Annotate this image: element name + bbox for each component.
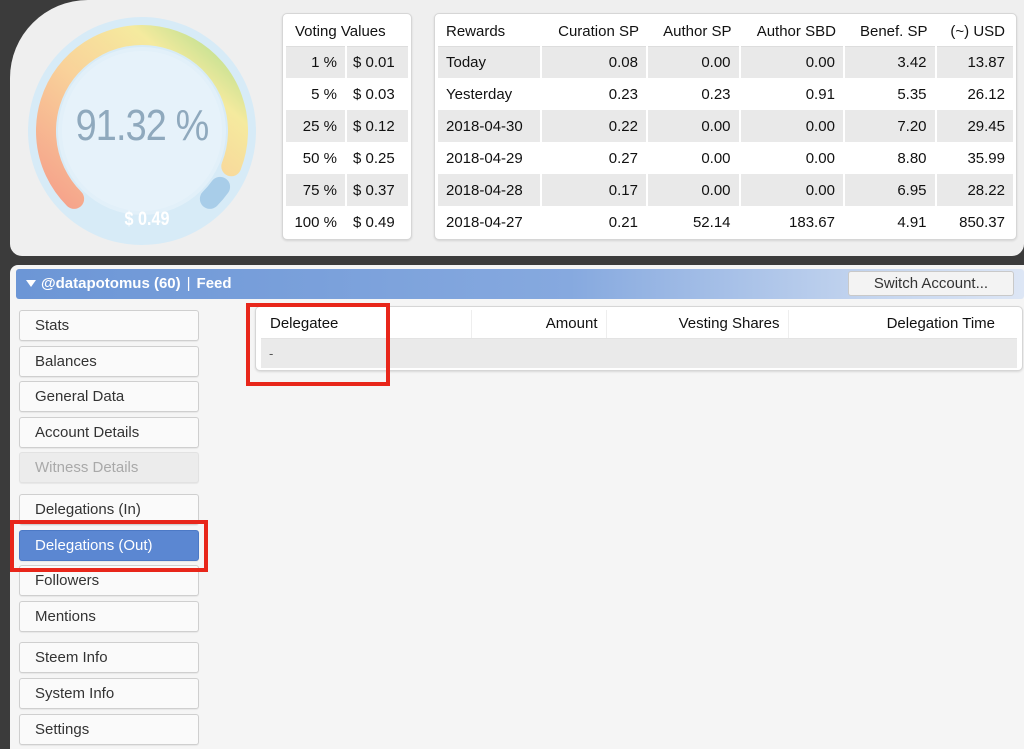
vote-value: $ 0.49 [124, 209, 170, 230]
rewards-col-header: (~) USD [935, 17, 1013, 47]
vote-percent-cell: 5 % [286, 78, 347, 110]
reward-value-cell: 0.21 [540, 206, 649, 238]
table-row: 2018-04-30 0.22 0.00 0.00 7.20 29.45 [438, 110, 1013, 142]
reward-value-cell: 0.23 [540, 78, 649, 110]
rewards-table: Rewards Curation SP Author SP Author SBD Ben… [438, 17, 1013, 238]
reward-value-cell: 8.80 [843, 142, 937, 174]
table-row: 5 % $ 0.03 [286, 78, 408, 110]
rewards-col-header: Author SP [647, 17, 740, 47]
vote-value-cell: $ 0.01 [346, 46, 408, 78]
reward-value-cell: 0.23 [647, 78, 741, 110]
table-row: 2018-04-28 0.17 0.00 0.00 6.95 28.22 [438, 174, 1013, 206]
highlight-delegatee-column [246, 303, 390, 386]
reward-value-cell: 3.42 [843, 46, 937, 78]
vote-value-cell: $ 0.37 [346, 174, 408, 206]
account-title: @datapotomus (60) | Feed [41, 275, 232, 292]
reward-period-cell: 2018-04-28 [438, 174, 542, 206]
table-row: 50 % $ 0.25 [286, 142, 408, 174]
voting-power-percent: 91.32 % [75, 101, 210, 150]
table-row: 100 % $ 0.49 [286, 206, 408, 238]
collapse-arrow-icon[interactable] [26, 280, 36, 287]
rewards-col-header: Rewards [438, 17, 541, 47]
rewards-col-header: Author SBD [739, 17, 844, 47]
nav-item-steem-info[interactable]: Steem Info [19, 642, 199, 674]
table-row: 2018-04-27 0.21 52.14 183.67 4.91 850.37 [438, 206, 1013, 238]
rewards-col-header: Benef. SP [843, 17, 936, 47]
reward-value-cell: 29.45 [935, 110, 1013, 142]
nav-item-mentions[interactable]: Mentions [19, 600, 199, 632]
table-row: 1 % $ 0.01 [286, 46, 408, 78]
nav-item-account-details[interactable]: Account Details [19, 416, 199, 448]
reward-value-cell: 6.95 [843, 174, 937, 206]
nav-item-general-data[interactable]: General Data [19, 381, 199, 413]
col-amount[interactable]: Amount [471, 310, 607, 339]
reward-value-cell: 850.37 [959, 213, 1005, 231]
nav-item-witness-details: Witness Details [19, 452, 199, 484]
reward-value-cell: 7.20 [843, 110, 937, 142]
reward-value-cell: 0.00 [647, 46, 741, 78]
voting-values-table: Voting Values 1 % $ 0.01 5 % $ 0.03 25 % $ 0.… [286, 17, 408, 238]
vote-percent-cell: 75 % [286, 174, 347, 206]
vote-percent-cell: 1 % [286, 46, 347, 78]
switch-account-button[interactable]: Switch Account... [848, 271, 1014, 296]
voting-power-gauge: 91.32 % $ 0.49 [24, 13, 260, 249]
top-panel: 91.32 % $ 0.49 Voting Values 1 % $ 0.01 5 … [10, 0, 1024, 256]
voting-values-card: Voting Values 1 % $ 0.01 5 % $ 0.03 25 % $ 0.… [282, 13, 412, 240]
account-bar: @datapotomus (60) | Feed Switch Account... [16, 269, 1024, 299]
account-name[interactable]: @datapotomus (60) [41, 275, 181, 292]
reward-value-cell: 0.00 [647, 174, 741, 206]
vote-value-cell: $ 0.03 [353, 85, 395, 103]
table-row: 25 % $ 0.12 [286, 110, 408, 142]
reward-value-cell: 0.00 [739, 174, 845, 206]
account-panel: @datapotomus (60) | Feed Switch Account...… [10, 265, 1024, 749]
table-row: Today 0.08 0.00 0.00 3.42 13.87 [438, 46, 1013, 78]
reward-period-cell: Yesterday [438, 78, 542, 110]
feed-link[interactable]: Feed [197, 275, 232, 292]
rewards-col-header: Curation SP [540, 17, 647, 47]
col-vesting-shares[interactable]: Vesting Shares [606, 310, 789, 339]
reward-value-cell: 0.17 [540, 174, 649, 206]
reward-value-cell: 0.00 [739, 142, 845, 174]
reward-value-cell: 5.35 [843, 78, 937, 110]
nav-item-system-info[interactable]: System Info [19, 677, 199, 709]
reward-value-cell: 4.91 [843, 206, 937, 238]
reward-period-cell: 2018-04-30 [438, 110, 542, 142]
reward-value-cell: 183.67 [739, 206, 845, 238]
col-delegation-time[interactable]: Delegation Time [788, 310, 1017, 339]
nav-item-stats[interactable]: Stats [19, 310, 199, 341]
voting-values-header: Voting Values [286, 17, 408, 47]
table-row: 75 % $ 0.37 [286, 174, 408, 206]
reward-value-cell: 35.99 [967, 149, 1005, 167]
rewards-card: Rewards Curation SP Author SP Author SBD Ben… [434, 13, 1017, 240]
reward-period-cell: 2018-04-27 [438, 206, 542, 238]
reward-period-cell: Today [438, 46, 542, 78]
nav-item-settings[interactable]: Settings [19, 713, 199, 745]
vote-percent-cell: 50 % [286, 142, 347, 174]
reward-value-cell: 0.00 [739, 110, 845, 142]
reward-value-cell: 0.00 [647, 110, 741, 142]
table-row: Yesterday 0.23 0.23 0.91 5.35 26.12 [438, 78, 1013, 110]
reward-value-cell: 0.08 [540, 46, 649, 78]
reward-value-cell: 0.00 [647, 142, 741, 174]
vote-percent-cell: 25 % [286, 110, 347, 142]
reward-value-cell: 28.22 [935, 174, 1013, 206]
reward-value-cell: 0.00 [739, 46, 845, 78]
title-separator: | [186, 275, 191, 292]
reward-value-cell: 0.22 [540, 110, 649, 142]
vote-value-cell: $ 0.25 [353, 149, 395, 167]
nav-item-balances[interactable]: Balances [19, 345, 199, 377]
reward-value-cell: 26.12 [967, 85, 1005, 103]
highlight-delegations-out-item [10, 520, 208, 572]
reward-value-cell: 0.27 [540, 142, 649, 174]
reward-value-cell: 13.87 [935, 46, 1013, 78]
vote-value-cell: $ 0.12 [346, 110, 408, 142]
table-row: 2018-04-29 0.27 0.00 0.00 8.80 35.99 [438, 142, 1013, 174]
vote-percent-cell: 100 % [286, 206, 347, 238]
reward-value-cell: 52.14 [647, 206, 741, 238]
reward-value-cell: 0.91 [739, 78, 845, 110]
reward-period-cell: 2018-04-29 [438, 142, 542, 174]
vote-value-cell: $ 0.49 [353, 213, 395, 231]
